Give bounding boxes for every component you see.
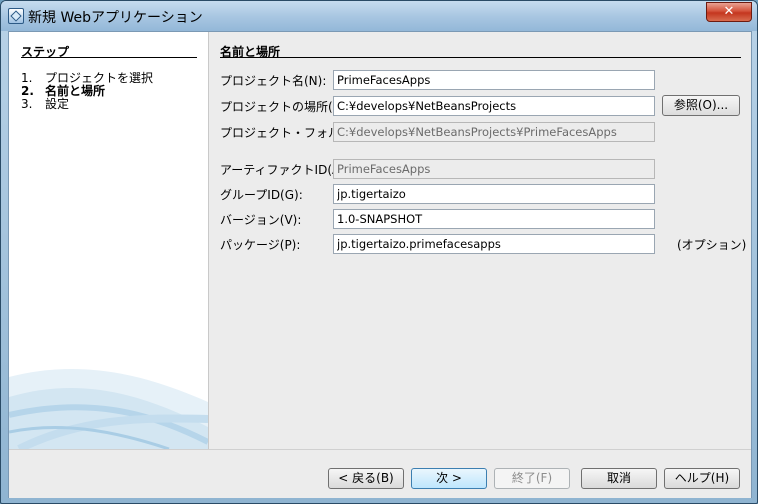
optional-note: (オプション) (677, 238, 747, 252)
dialog-client-area: ステップ 1. プロジェクトを選択 2. 名前と場所 3. 設定 名前と場所 プ… (8, 31, 752, 498)
version-input[interactable] (333, 209, 655, 229)
steps-divider (21, 57, 197, 58)
project-location-label: プロジェクトの場所(L): (220, 100, 349, 114)
package-label: パッケージ(P): (220, 238, 301, 252)
netbeans-app-icon (8, 8, 24, 24)
dialog-window: 新規 Webアプリケーション ✕ ステップ 1. プロジェクトを選択 2. 名前と場… (0, 0, 758, 504)
cancel-button[interactable]: 取消 (581, 468, 657, 489)
project-name-label: プロジェクト名(N): (220, 74, 327, 88)
help-button[interactable]: ヘルプ(H) (664, 468, 740, 489)
title-bar[interactable]: 新規 Webアプリケーション ✕ (1, 1, 757, 31)
step-number: 3. (21, 97, 33, 111)
close-button[interactable]: ✕ (706, 2, 752, 22)
decorative-swoosh-graphic (9, 369, 208, 449)
steps-panel: ステップ 1. プロジェクトを選択 2. 名前と場所 3. 設定 (9, 32, 209, 449)
project-name-input[interactable] (333, 70, 655, 90)
package-input[interactable] (333, 234, 655, 254)
next-button[interactable]: 次 > (411, 468, 487, 489)
project-folder-input (333, 122, 655, 142)
version-label: バージョン(V): (220, 213, 302, 227)
group-id-label: グループID(G): (220, 188, 303, 202)
form-title-divider (220, 57, 741, 58)
browse-button[interactable]: 参照(O)... (662, 95, 740, 116)
artifact-id-input (333, 159, 655, 179)
artifact-id-label: アーティファクトID(A): (220, 163, 349, 177)
step-label: 設定 (45, 97, 70, 111)
project-location-input[interactable] (333, 96, 655, 116)
window-title: 新規 Webアプリケーション (28, 10, 203, 26)
button-bar: < 戻る(B) 次 > 終了(F) 取消 ヘルプ(H) (9, 449, 751, 498)
finish-button: 終了(F) (494, 468, 570, 489)
step-item-settings: 3. 設定 (21, 95, 69, 112)
form-panel: 名前と場所 プロジェクト名(N): プロジェクトの場所(L): 参照(O)...… (209, 32, 751, 449)
group-id-input[interactable] (333, 184, 655, 204)
back-button[interactable]: < 戻る(B) (328, 468, 404, 489)
